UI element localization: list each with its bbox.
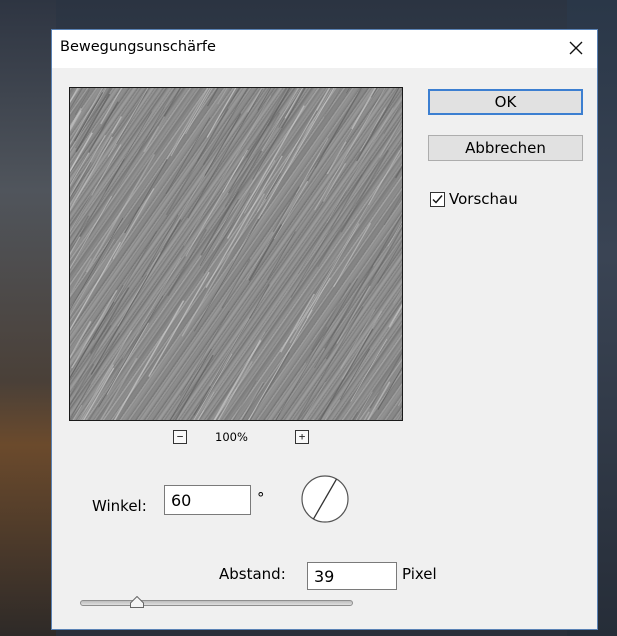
- distance-label: Abstand:: [219, 565, 286, 583]
- blur-streak: [379, 406, 402, 420]
- angle-dial-icon: [301, 475, 349, 523]
- blur-streak: [185, 88, 213, 135]
- blur-streak: [289, 223, 360, 344]
- blur-streak: [100, 88, 123, 125]
- blur-streak: [340, 309, 376, 369]
- blur-streak: [246, 153, 321, 281]
- blur-streak: [113, 300, 185, 420]
- preview-streaks: [70, 88, 402, 420]
- angle-input[interactable]: [164, 485, 251, 515]
- blur-streak: [324, 213, 402, 349]
- blur-streak: [179, 310, 230, 396]
- zoom-controls: − 100% +: [69, 430, 403, 448]
- preview-checkbox[interactable]: [430, 191, 445, 207]
- background-left-edge: [0, 0, 56, 636]
- blur-streak: [363, 411, 370, 420]
- blur-streak: [193, 284, 270, 416]
- zoom-out-button[interactable]: −: [173, 430, 187, 444]
- blur-streak: [70, 236, 81, 256]
- blur-streak: [213, 339, 261, 420]
- angle-label: Winkel:: [92, 497, 147, 515]
- blur-streak: [143, 116, 166, 153]
- blur-streak: [379, 117, 402, 158]
- blur-streak: [117, 252, 161, 327]
- plus-icon: +: [298, 430, 306, 443]
- blur-streak: [280, 293, 315, 353]
- blur-streak: [325, 226, 402, 360]
- angle-dial[interactable]: [299, 473, 351, 525]
- blur-streak: [169, 348, 212, 420]
- minus-icon: −: [176, 430, 184, 443]
- dialog-title: Bewegungsunschärfe: [60, 39, 216, 55]
- preview-checkbox-label: Vorschau: [449, 190, 518, 208]
- blur-streak: [350, 338, 388, 402]
- close-button[interactable]: [561, 34, 591, 62]
- distance-unit: Pixel: [402, 565, 437, 583]
- blur-streak: [221, 258, 251, 309]
- blur-streak: [112, 188, 155, 260]
- preview-checkbox-row[interactable]: Vorschau: [430, 190, 518, 208]
- blur-streak: [73, 91, 104, 142]
- dialog-titlebar: Bewegungsunschärfe: [52, 30, 597, 68]
- distance-slider-track[interactable]: [80, 600, 353, 606]
- blur-streak: [197, 391, 215, 420]
- blur-streak: [165, 117, 211, 195]
- close-icon: [569, 41, 583, 55]
- blur-streak: [336, 285, 371, 344]
- degree-unit: °: [257, 489, 265, 507]
- blur-streak: [122, 257, 182, 359]
- cancel-button[interactable]: Abbrechen: [428, 135, 583, 161]
- blur-streak: [340, 149, 389, 233]
- blur-streak: [248, 224, 283, 282]
- blur-streak: [85, 153, 156, 273]
- distance-slider-thumb[interactable]: [129, 596, 144, 608]
- blur-streak: [70, 215, 90, 250]
- blur-streak: [383, 193, 402, 226]
- zoom-level: 100%: [215, 430, 248, 444]
- blur-streak: [330, 160, 372, 231]
- zoom-in-button[interactable]: +: [295, 430, 309, 444]
- blur-streak: [272, 186, 300, 233]
- blur-streak: [297, 89, 332, 149]
- blur-streak: [326, 107, 394, 224]
- blur-streak: [305, 326, 328, 364]
- blur-streak: [90, 219, 182, 375]
- blur-streak: [248, 309, 313, 420]
- distance-input[interactable]: [307, 562, 397, 590]
- blur-streak: [306, 277, 331, 318]
- blur-streak: [249, 351, 291, 420]
- ok-button[interactable]: OK: [428, 89, 583, 115]
- blur-streak: [359, 107, 386, 152]
- blur-streak: [346, 88, 350, 94]
- preview-image[interactable]: [69, 87, 403, 421]
- blur-streak: [157, 88, 182, 127]
- blur-streak: [204, 113, 242, 176]
- blur-streak: [351, 88, 377, 130]
- blur-streak: [71, 289, 118, 369]
- blur-streak: [199, 199, 239, 266]
- blur-streak: [75, 93, 111, 153]
- blur-streak: [395, 165, 402, 179]
- motion-blur-dialog: Bewegungsunschärfe − 100% + OK Abbrechen…: [51, 29, 598, 630]
- blur-streak: [266, 231, 296, 281]
- blur-streak: [366, 381, 391, 420]
- blur-streak: [70, 284, 124, 379]
- blur-streak: [314, 265, 374, 369]
- checkmark-icon: [432, 194, 443, 204]
- blur-streak: [106, 322, 149, 395]
- blur-streak: [243, 159, 276, 214]
